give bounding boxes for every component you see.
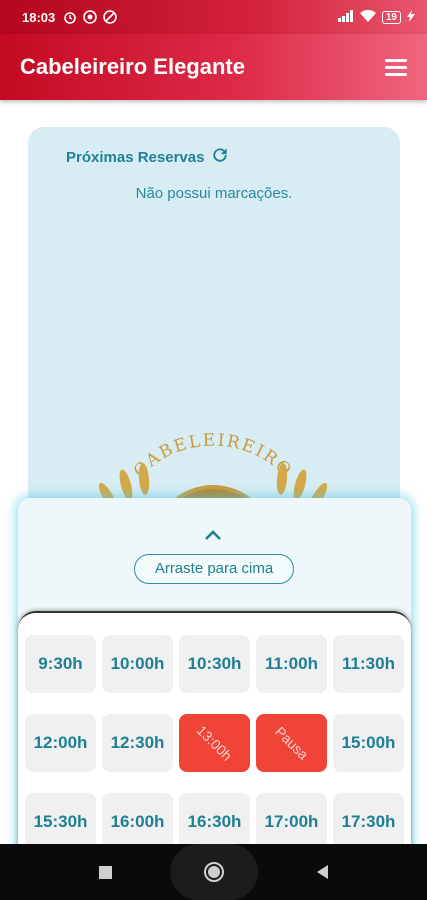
time-slot[interactable]: 12:30h	[102, 714, 173, 772]
reservas-title: Próximas Reservas	[66, 149, 205, 166]
app-title: Cabeleireiro Elegante	[20, 54, 245, 79]
time-slot-unavailable: 13:00h	[179, 714, 250, 772]
time-slot[interactable]: 16:00h	[102, 793, 173, 851]
time-slot-label: 16:30h	[187, 812, 242, 831]
time-slot[interactable]: 16:30h	[179, 793, 250, 851]
home-icon[interactable]	[170, 844, 259, 900]
battery-icon: 19	[381, 10, 401, 24]
svg-text:CABELEIREIRO: CABELEIREIRO	[130, 430, 296, 481]
drag-up-button[interactable]: Arraste para cima	[134, 554, 294, 584]
time-slot[interactable]: 12:00h	[25, 714, 96, 772]
battery-level: 19	[381, 10, 401, 24]
back-icon[interactable]	[316, 865, 328, 879]
data-saver-icon	[103, 10, 118, 24]
wifi-icon	[359, 9, 376, 25]
time-slot[interactable]: 10:00h	[102, 635, 173, 693]
logo-text: CABELEIREIRO	[130, 430, 294, 481]
refresh-icon[interactable]	[210, 145, 230, 170]
time-slot-label: Pausa	[271, 723, 312, 763]
time-slot[interactable]: 10:30h	[179, 635, 250, 693]
time-slot-label: 11:00h	[265, 654, 318, 673]
time-slot-label: 17:30h	[341, 812, 396, 831]
time-slot-label: 15:30h	[33, 812, 88, 831]
time-slot-label: 16:00h	[110, 812, 165, 831]
time-slot-label: 11:30h	[342, 654, 395, 673]
chevron-up-icon[interactable]	[203, 528, 223, 547]
recent-apps-icon[interactable]	[99, 865, 113, 879]
time-slot-label: 10:00h	[110, 654, 165, 673]
time-slot-label: 9:30h	[38, 654, 83, 673]
time-slot-label: 13:00h	[193, 722, 236, 764]
status-bar: 18:03 19	[0, 0, 427, 34]
reservas-header: Próximas Reservas	[66, 145, 230, 170]
time-slot[interactable]: 17:30h	[333, 793, 404, 851]
signal-icon	[337, 9, 354, 25]
app-bar: Cabeleireiro Elegante	[0, 34, 427, 100]
vpn-icon	[83, 10, 98, 24]
status-time: 18:03	[22, 9, 56, 25]
system-nav-bar	[0, 844, 427, 900]
time-slot[interactable]: 15:30h	[25, 793, 96, 851]
time-slot-unavailable: Pausa	[256, 714, 327, 772]
time-slot[interactable]: 11:00h	[256, 635, 327, 693]
hamburger-menu-icon[interactable]	[381, 52, 411, 82]
time-slot-label: 12:00h	[33, 733, 88, 752]
alarm-icon	[63, 10, 77, 24]
time-slot[interactable]: 17:00h	[256, 793, 327, 851]
time-slot-label: 15:00h	[341, 733, 396, 752]
time-slot-label: 12:30h	[110, 733, 165, 752]
time-slot[interactable]: 15:00h	[333, 714, 404, 772]
reservas-card: Próximas Reservas Não possui marcações. …	[28, 127, 400, 547]
empty-reservations-message: Não possui marcações.	[135, 185, 293, 202]
time-slot-label: 17:00h	[264, 812, 319, 831]
time-slot[interactable]: 11:30h	[333, 635, 404, 693]
charging-icon	[407, 9, 415, 25]
time-slot-label: 10:30h	[187, 654, 242, 673]
time-slot[interactable]: 9:30h	[25, 635, 96, 693]
